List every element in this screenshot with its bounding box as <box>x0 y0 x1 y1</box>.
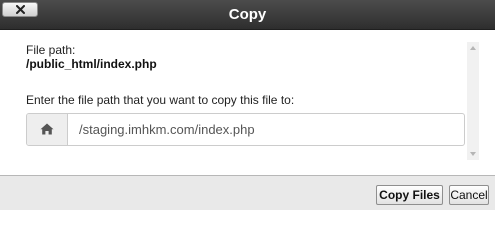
scroll-up-arrow-icon[interactable] <box>470 46 476 50</box>
destination-path-input[interactable] <box>68 114 464 145</box>
copy-dialog: Copy File path: /public_html/index.php E… <box>0 0 495 210</box>
dialog-body: File path: /public_html/index.php Enter … <box>0 30 495 175</box>
dialog-titlebar: Copy <box>0 0 495 30</box>
content-scrollbar[interactable] <box>467 42 479 160</box>
dialog-title: Copy <box>228 6 267 23</box>
file-path-label: File path: <box>26 43 76 57</box>
home-addon <box>27 114 68 145</box>
home-icon <box>40 123 54 135</box>
copy-files-button[interactable]: Copy Files <box>376 185 443 205</box>
dialog-footer: Copy Files Cancel <box>0 175 495 210</box>
scroll-down-arrow-icon[interactable] <box>470 152 476 156</box>
file-path-value: /public_html/index.php <box>26 57 157 71</box>
destination-instruction: Enter the file path that you want to cop… <box>26 93 295 107</box>
destination-input-group <box>26 113 465 146</box>
cancel-button[interactable]: Cancel <box>449 185 489 205</box>
